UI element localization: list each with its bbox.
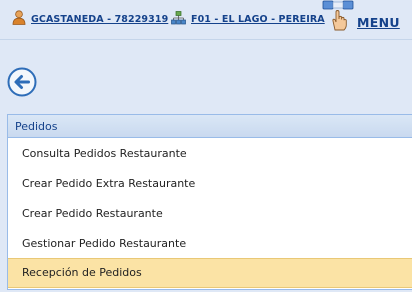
menu-item-recepcion-de-pedidos[interactable]: Recepción de Pedidos <box>8 258 412 288</box>
user-link[interactable]: GCASTANEDA - 78229319 <box>12 9 168 29</box>
org-chart-icon <box>171 10 186 29</box>
branch-link-label[interactable]: F01 - EL LAGO - PEREIRA <box>191 14 325 25</box>
hand-pointer-icon <box>322 0 354 36</box>
user-link-label[interactable]: GCASTANEDA - 78229319 <box>31 14 168 25</box>
menu-item-crear-pedido-extra-restaurante[interactable]: Crear Pedido Extra Restaurante <box>8 168 412 198</box>
menu-item-crear-pedido-restaurante[interactable]: Crear Pedido Restaurante <box>8 198 412 228</box>
menu-item-consulta-pedidos-restaurante[interactable]: Consulta Pedidos Restaurante <box>8 138 412 168</box>
panel-title: Pedidos <box>8 115 412 138</box>
back-button[interactable] <box>7 67 37 97</box>
pedidos-panel: Pedidos Consulta Pedidos Restaurante Cre… <box>7 114 412 290</box>
menu-button[interactable]: MENU <box>322 0 400 36</box>
branch-link[interactable]: F01 - EL LAGO - PEREIRA <box>171 10 325 29</box>
pedidos-menu-list: Consulta Pedidos Restaurante Crear Pedid… <box>8 138 412 288</box>
top-bar: GCASTANEDA - 78229319 F01 - EL LAGO - PE… <box>0 0 412 40</box>
user-icon <box>12 9 26 29</box>
menu-label[interactable]: MENU <box>357 15 400 30</box>
arrow-left-circle-icon <box>7 67 37 101</box>
menu-item-gestionar-pedido-restaurante[interactable]: Gestionar Pedido Restaurante <box>8 228 412 258</box>
